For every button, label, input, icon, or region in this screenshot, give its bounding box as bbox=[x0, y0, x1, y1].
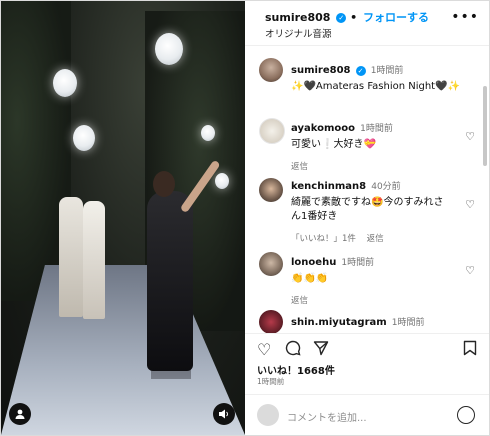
avatar[interactable] bbox=[259, 178, 283, 202]
tagged-user-button[interactable] bbox=[9, 403, 31, 425]
lantern bbox=[215, 173, 229, 189]
comment-text: 綺麗で素敵ですね🤩今のすみれさん1番好き bbox=[291, 197, 444, 222]
header-username[interactable]: sumire808 bbox=[265, 11, 330, 24]
reply-button[interactable]: 返信 bbox=[367, 234, 384, 244]
comment-time: 1時間前 bbox=[341, 258, 375, 268]
avatar[interactable] bbox=[259, 252, 283, 276]
heart-icon[interactable]: ♡ bbox=[257, 340, 271, 359]
comment-item: ayakomooo 1時間前 可愛い❕大好き💝 返信 bbox=[291, 116, 451, 172]
comments-list[interactable]: sumire808 ✓ 1時間前 ✨🖤Amateras Fashion Nigh… bbox=[245, 46, 489, 333]
like-count[interactable]: いいね！1668件 bbox=[245, 362, 489, 377]
audio-label[interactable]: オリジナル音源 bbox=[265, 26, 332, 40]
comment-item: lonoehu 1時間前 👏👏👏 返信 bbox=[291, 250, 451, 306]
scrollbar[interactable] bbox=[483, 86, 487, 166]
more-icon[interactable]: ••• bbox=[451, 9, 479, 25]
comment-username[interactable]: lonoehu bbox=[291, 257, 336, 268]
mute-button[interactable] bbox=[213, 403, 235, 425]
comment-username[interactable]: kenchinman8 bbox=[291, 181, 366, 192]
performer-figure bbox=[147, 191, 193, 371]
comment-text: 可愛い❕大好き💝 bbox=[291, 139, 376, 150]
avatar[interactable] bbox=[259, 58, 283, 82]
heart-icon[interactable]: ♡ bbox=[465, 130, 475, 143]
comment-item: kenchinman8 40分前 綺麗で素敵ですね🤩今のすみれさん1番好き 「い… bbox=[291, 174, 451, 244]
user-icon bbox=[15, 409, 25, 419]
dot-separator: • bbox=[350, 11, 358, 24]
heart-icon[interactable]: ♡ bbox=[465, 264, 475, 277]
avatar[interactable] bbox=[259, 310, 283, 333]
lantern bbox=[155, 33, 183, 65]
comment-time: 1時間前 bbox=[360, 124, 393, 134]
avatar[interactable] bbox=[259, 118, 285, 144]
save-icon[interactable] bbox=[463, 340, 477, 360]
comment-likes-count[interactable]: 「いいね！」1件 bbox=[291, 234, 356, 244]
verified-badge-icon: ✓ bbox=[355, 66, 366, 76]
comment-text: 👏👏👏 bbox=[291, 273, 329, 284]
current-user-avatar bbox=[257, 404, 279, 426]
reply-button[interactable]: 返信 bbox=[291, 294, 451, 306]
add-comment-bar: コメントを追加... bbox=[245, 394, 489, 435]
comment-time: 1時間前 bbox=[391, 318, 425, 328]
comment-input[interactable]: コメントを追加... bbox=[287, 409, 367, 424]
model-figure bbox=[59, 197, 83, 317]
model-figure bbox=[83, 201, 105, 319]
post-side-panel: sumire808 ✓ • フォローする オリジナル音源 ••• sumire8… bbox=[245, 1, 489, 435]
comment-username[interactable]: ayakomooo bbox=[291, 123, 355, 134]
share-icon[interactable] bbox=[313, 340, 329, 360]
lantern bbox=[53, 69, 77, 97]
post-header: sumire808 ✓ • フォローする オリジナル音源 ••• bbox=[245, 1, 489, 46]
emoji-icon[interactable] bbox=[457, 406, 475, 424]
caption-text: ✨🖤Amateras Fashion Night🖤✨ bbox=[291, 81, 461, 92]
comment-time: 40分前 bbox=[371, 182, 401, 192]
lantern bbox=[201, 125, 215, 141]
comment-item: shin.miyutagram 1時間前 bbox=[291, 310, 471, 329]
video-player[interactable] bbox=[1, 1, 245, 435]
lantern bbox=[73, 125, 95, 151]
audio-icon bbox=[219, 409, 228, 419]
reply-button[interactable]: 返信 bbox=[291, 160, 451, 172]
instagram-post-modal: sumire808 ✓ • フォローする オリジナル音源 ••• sumire8… bbox=[0, 0, 490, 436]
performer-head bbox=[153, 171, 175, 197]
verified-badge-icon: ✓ bbox=[336, 13, 347, 23]
comment-username[interactable]: shin.miyutagram bbox=[291, 317, 387, 328]
comment-icon[interactable] bbox=[285, 340, 301, 360]
action-bar: ♡ bbox=[245, 333, 489, 364]
caption-time: 1時間前 bbox=[370, 66, 404, 76]
follow-button[interactable]: フォローする bbox=[363, 11, 429, 24]
caption-username[interactable]: sumire808 bbox=[291, 65, 351, 76]
post-time: 1時間前 bbox=[257, 377, 285, 386]
heart-icon[interactable]: ♡ bbox=[465, 198, 475, 211]
